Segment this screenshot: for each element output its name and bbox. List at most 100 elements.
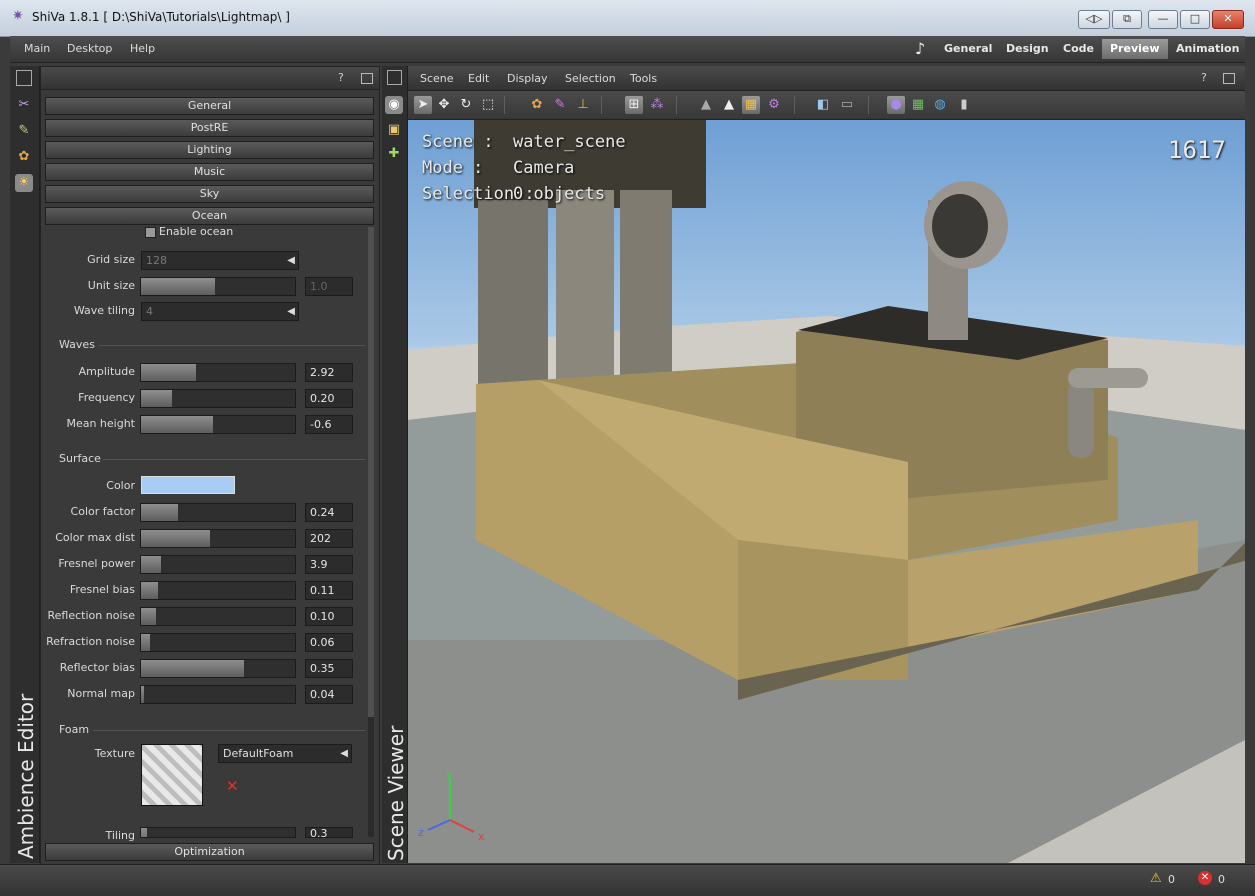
sky-icon[interactable]: ☀: [15, 174, 33, 192]
pin-icon[interactable]: ✎: [15, 122, 33, 140]
panel-toggle-icon[interactable]: [16, 70, 32, 86]
mode-code[interactable]: Code: [1055, 39, 1102, 59]
dropdown-arrow-icon: ◀: [287, 306, 295, 317]
music-icon[interactable]: ♪: [915, 39, 925, 58]
scrollbar-thumb[interactable]: [368, 227, 374, 717]
scale-tool-icon[interactable]: ⬚: [479, 96, 497, 114]
group-icon[interactable]: ▲: [697, 96, 715, 114]
add-object-icon[interactable]: ✚: [385, 145, 403, 163]
nav-button[interactable]: ◁▷: [1078, 10, 1110, 29]
viewer-menu-display[interactable]: Display: [507, 72, 548, 85]
clear-texture-icon[interactable]: ✕: [226, 777, 239, 795]
brush-tool-icon[interactable]: ✎: [551, 96, 569, 114]
wave-tiling-select[interactable]: 4 ◀: [141, 302, 299, 321]
value-field[interactable]: 0.24: [305, 503, 353, 522]
sphere-icon[interactable]: ●: [887, 96, 905, 114]
move-tool-icon[interactable]: ✥: [435, 96, 453, 114]
value-field[interactable]: 0.20: [305, 389, 353, 408]
mode-general[interactable]: General: [936, 39, 1000, 59]
value-slider[interactable]: [140, 685, 296, 704]
value-field[interactable]: 2.92: [305, 363, 353, 382]
value-slider[interactable]: [140, 503, 296, 522]
links-icon[interactable]: ⁂: [648, 96, 666, 114]
ruler-icon[interactable]: ▮: [955, 96, 973, 114]
menu-main[interactable]: Main: [24, 42, 50, 55]
value-slider[interactable]: [140, 633, 296, 652]
menu-desktop[interactable]: Desktop: [67, 42, 112, 55]
palette-icon[interactable]: ✿: [15, 148, 33, 166]
tiling-value[interactable]: 0.3: [305, 827, 353, 838]
value-slider[interactable]: [140, 555, 296, 574]
measure-tool-icon[interactable]: ⊥: [574, 96, 592, 114]
viewer-side-strip: ◉ ▣ ✚ Scene Viewer: [382, 66, 408, 863]
section-music[interactable]: Music: [45, 163, 374, 181]
section-ocean[interactable]: Ocean: [45, 207, 374, 225]
viewer-menu-selection[interactable]: Selection: [565, 72, 616, 85]
dock-icon[interactable]: [1223, 73, 1235, 84]
value-slider[interactable]: [140, 581, 296, 600]
close-button[interactable]: ✕: [1212, 10, 1244, 29]
grid-size-select[interactable]: 128 ◀: [141, 251, 299, 270]
tiling-slider[interactable]: [140, 827, 296, 838]
viewer-menu-scene[interactable]: Scene: [420, 72, 454, 85]
grid-icon[interactable]: ▦: [909, 96, 927, 114]
value-field[interactable]: -0.6: [305, 415, 353, 434]
ungroup-icon[interactable]: ▲: [720, 96, 738, 114]
restore-app-button[interactable]: ⧉: [1112, 10, 1142, 29]
selection-value: 0 objects: [513, 184, 606, 204]
mode-label: Mode :: [422, 158, 484, 178]
value-slider[interactable]: [140, 529, 296, 548]
eye-icon[interactable]: ◉: [385, 96, 403, 114]
wrench-icon[interactable]: ✂: [15, 96, 33, 114]
value-field[interactable]: 0.11: [305, 581, 353, 600]
value-field[interactable]: 0.10: [305, 607, 353, 626]
settings-gear-icon[interactable]: ⚙: [765, 96, 783, 114]
viewer-menu-tools[interactable]: Tools: [630, 72, 657, 85]
mode-design[interactable]: Design: [998, 39, 1057, 59]
value-field[interactable]: 202: [305, 529, 353, 548]
paint-tool-icon[interactable]: ✿: [528, 96, 546, 114]
rotate-tool-icon[interactable]: ↻: [457, 96, 475, 114]
mode-preview[interactable]: Preview: [1102, 39, 1168, 59]
menu-help[interactable]: Help: [130, 42, 155, 55]
panel-scrollbar[interactable]: [368, 227, 374, 837]
section-sky[interactable]: Sky: [45, 185, 374, 203]
layers-icon[interactable]: ▦: [742, 96, 760, 114]
hierarchy-icon[interactable]: ⊞: [625, 96, 643, 114]
surface-color-swatch[interactable]: [141, 476, 235, 494]
warning-icon[interactable]: ⚠: [1150, 871, 1162, 886]
unit-size-slider[interactable]: [140, 277, 296, 296]
panel-toggle-icon[interactable]: [387, 70, 402, 85]
foam-texture-select[interactable]: DefaultFoam ◀: [218, 744, 352, 763]
value-slider[interactable]: [140, 389, 296, 408]
value-field[interactable]: 0.06: [305, 633, 353, 652]
help-icon[interactable]: ?: [338, 71, 344, 84]
section-lighting[interactable]: Lighting: [45, 141, 374, 159]
scene-viewport[interactable]: y x z Scene : water_scene Mode : Camera …: [408, 120, 1245, 863]
value-field[interactable]: 0.35: [305, 659, 353, 678]
viewer-menu-edit[interactable]: Edit: [468, 72, 489, 85]
foam-texture-thumbnail[interactable]: [141, 744, 203, 806]
value-slider[interactable]: [140, 415, 296, 434]
dock-icon[interactable]: [361, 73, 373, 84]
value-slider[interactable]: [140, 607, 296, 626]
enable-ocean-checkbox[interactable]: [145, 227, 156, 238]
help-icon[interactable]: ?: [1201, 71, 1207, 84]
error-icon[interactable]: ✕: [1198, 871, 1212, 885]
value-slider[interactable]: [140, 659, 296, 678]
value-slider[interactable]: [140, 363, 296, 382]
cube-icon[interactable]: ◧: [814, 96, 832, 114]
value-field[interactable]: 0.04: [305, 685, 353, 704]
globe-icon[interactable]: ◍: [931, 96, 949, 114]
mode-animation[interactable]: Animation: [1168, 39, 1247, 59]
select-tool-icon[interactable]: ➤: [414, 96, 432, 114]
camera-tool-icon[interactable]: ▭: [838, 96, 856, 114]
section-optimization[interactable]: Optimization: [45, 843, 374, 861]
section-general[interactable]: General: [45, 97, 374, 115]
maximize-button[interactable]: □: [1180, 10, 1210, 29]
unit-size-value[interactable]: 1.0: [305, 277, 353, 296]
section-postre[interactable]: PostRE: [45, 119, 374, 137]
camera-icon[interactable]: ▣: [385, 121, 403, 139]
minimize-button[interactable]: —: [1148, 10, 1178, 29]
value-field[interactable]: 3.9: [305, 555, 353, 574]
